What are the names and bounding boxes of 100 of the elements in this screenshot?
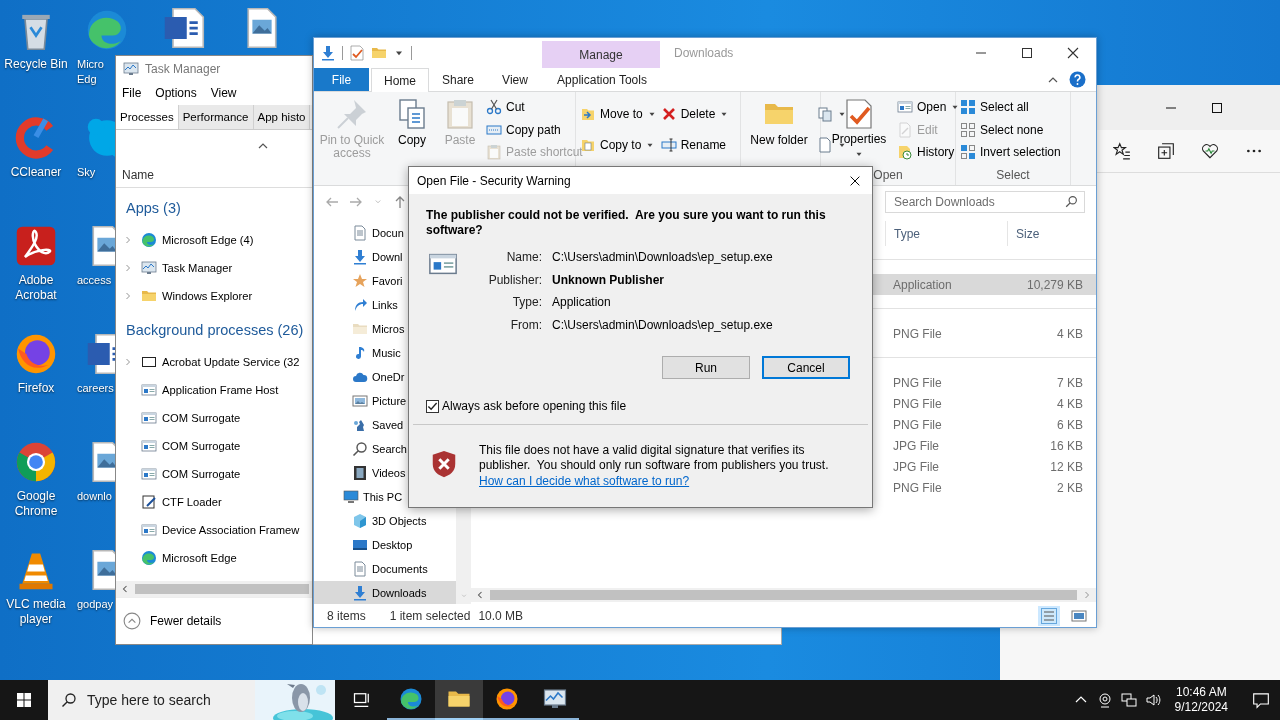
nav-item[interactable]: Micros — [314, 317, 456, 341]
ribbon-button[interactable]: Select all — [960, 96, 1061, 117]
ribbon-button[interactable]: Invert selection — [960, 142, 1061, 163]
table-cell-text: 6 KB — [1056, 417, 1084, 432]
process-row[interactable]: COM Surrogate — [116, 432, 312, 460]
notice-text: This file does not have a valid digital signature that verifies its publisher. You should only run software from publishers you trust. — [479, 443, 830, 474]
icon-label[interactable]: Micro Edg — [77, 57, 115, 87]
table-cell-text: 10,279 KB — [1025, 277, 1084, 292]
search-field[interactable]: Type here to search — [48, 680, 255, 720]
help-link[interactable]: How can I decide what software to run? — [479, 474, 690, 489]
process-row[interactable]: Windows Explorer — [116, 282, 312, 310]
icon-label[interactable]: careers — [77, 381, 114, 396]
ribbon-button[interactable]: Rename — [660, 134, 730, 155]
table-cell-text: PNG File — [892, 417, 943, 432]
ribbon-button[interactable]: Open — [897, 96, 961, 117]
column-header[interactable]: Type — [885, 221, 1007, 246]
tab[interactable]: Processes — [116, 105, 179, 129]
icon-label[interactable]: Firefox — [17, 381, 55, 396]
icon-label[interactable]: downlo — [77, 489, 112, 504]
process-name: Acrobat Update Service (32 — [162, 356, 300, 368]
ribbon-button[interactable]: Copy — [390, 94, 434, 166]
ribbon-tab[interactable]: File — [314, 68, 369, 91]
process-name: Microsoft Edge — [162, 552, 237, 564]
nav-item[interactable]: Downl — [314, 245, 456, 269]
table-cell-text: 12 KB — [1049, 459, 1084, 474]
cancel-button[interactable]: Cancel — [762, 356, 850, 380]
checkbox-label[interactable]: Always ask before opening this file — [442, 399, 627, 414]
menu-item[interactable]: File — [122, 86, 142, 100]
nav-item[interactable]: OneDr — [314, 365, 456, 389]
status-text: 10.0 MB — [478, 608, 524, 623]
process-row[interactable]: Microsoft Edge — [116, 544, 312, 572]
process-row[interactable]: COM Surrogate — [116, 460, 312, 488]
field-value: Application — [552, 294, 612, 312]
clock-time[interactable]: 10:46 AM — [1175, 685, 1227, 700]
process-row[interactable]: COM Surrogate — [116, 404, 312, 432]
run-button[interactable]: Run — [662, 356, 750, 380]
nav-item[interactable]: Documents — [314, 557, 456, 581]
nav-item[interactable]: This PC — [314, 485, 456, 509]
nav-item[interactable]: Search — [314, 437, 456, 461]
process-row[interactable]: Acrobat Update Service (32 — [116, 348, 312, 376]
field-value: C:\Users\admin\Downloads\ep_setup.exe — [552, 249, 773, 266]
tab[interactable]: App histo — [253, 105, 311, 129]
group-label: Open — [873, 168, 903, 183]
ribbon-button[interactable]: New folder — [745, 94, 813, 166]
search-field[interactable]: Search Downloads — [885, 191, 1085, 213]
status-text: 1 item selected — [389, 608, 471, 623]
ribbon-button[interactable]: Copy path — [486, 119, 583, 140]
icon-label[interactable]: access — [77, 273, 112, 288]
icon-label[interactable]: VLC media player — [1, 597, 71, 627]
ribbon-tab[interactable]: Application Tools — [543, 68, 661, 91]
process-name: Task Manager — [162, 262, 233, 274]
icon-label[interactable]: godpay — [77, 597, 114, 612]
field-label: Name: — [505, 249, 542, 266]
nav-item[interactable]: 3D Objects — [314, 509, 456, 533]
table-cell-text: PNG File — [892, 326, 943, 341]
icon-label[interactable]: Recycle Bin — [4, 57, 68, 72]
icon-label[interactable]: Sky — [77, 165, 96, 180]
clock-date[interactable]: 9/12/2024 — [1174, 700, 1228, 715]
menu-item[interactable]: Options — [155, 86, 197, 100]
ribbon-button[interactable]: Delete — [660, 104, 730, 125]
process-name: COM Surrogate — [162, 412, 241, 424]
ribbon-button[interactable]: Cut — [486, 96, 583, 117]
process-row[interactable]: Microsoft Edge (4) — [116, 226, 312, 254]
process-name: CTF Loader — [162, 496, 222, 508]
ribbon-button[interactable]: Select none — [960, 119, 1061, 140]
field-label: From: — [509, 316, 542, 334]
process-name: COM Surrogate — [162, 440, 241, 452]
nav-item[interactable]: Links — [314, 293, 456, 317]
column-header[interactable]: Name — [122, 167, 154, 182]
nav-item[interactable]: Downloads — [314, 581, 456, 604]
tab[interactable]: Performance — [178, 105, 254, 129]
icon-label[interactable]: CCleaner — [10, 165, 62, 180]
ribbon-button[interactable]: Properties — [825, 94, 893, 166]
process-name: Device Association Framew — [162, 524, 300, 536]
field-label: Type: — [511, 294, 542, 312]
ribbon-tab[interactable]: View — [487, 68, 543, 91]
process-row[interactable]: Application Frame Host — [116, 376, 312, 404]
process-row[interactable]: Task Manager — [116, 254, 312, 282]
table-cell-text: JPG File — [892, 459, 940, 474]
nav-item[interactable]: Favori — [314, 269, 456, 293]
table-cell-text: PNG File — [892, 480, 943, 495]
table-cell-text: 2 KB — [1056, 480, 1084, 495]
ribbon-tab[interactable]: Home — [371, 68, 429, 92]
nav-item[interactable]: Desktop — [314, 533, 456, 557]
ribbon-button[interactable]: History — [897, 142, 961, 163]
process-row[interactable]: CTF Loader — [116, 488, 312, 516]
column-header[interactable]: Size — [1007, 221, 1087, 246]
icon-label[interactable]: Adobe Acrobat — [1, 273, 71, 303]
nav-item[interactable]: Saved — [314, 413, 456, 437]
fewer-details-link[interactable]: Fewer details — [150, 614, 222, 628]
nav-item[interactable]: Music — [314, 341, 456, 365]
window-title: Task Manager — [145, 61, 221, 76]
ribbon-tab[interactable]: Share — [429, 68, 487, 91]
menu-item[interactable]: View — [210, 86, 237, 100]
icon-label[interactable]: Google Chrome — [1, 489, 71, 519]
status-text: 8 items — [327, 608, 366, 623]
field-value: C:\Users\admin\Downloads\ep_setup.exe — [552, 316, 773, 334]
nav-item[interactable]: Videos — [314, 461, 456, 485]
process-row[interactable]: Device Association Framew — [116, 516, 312, 544]
ribbon-button[interactable]: Move to — [580, 104, 657, 125]
